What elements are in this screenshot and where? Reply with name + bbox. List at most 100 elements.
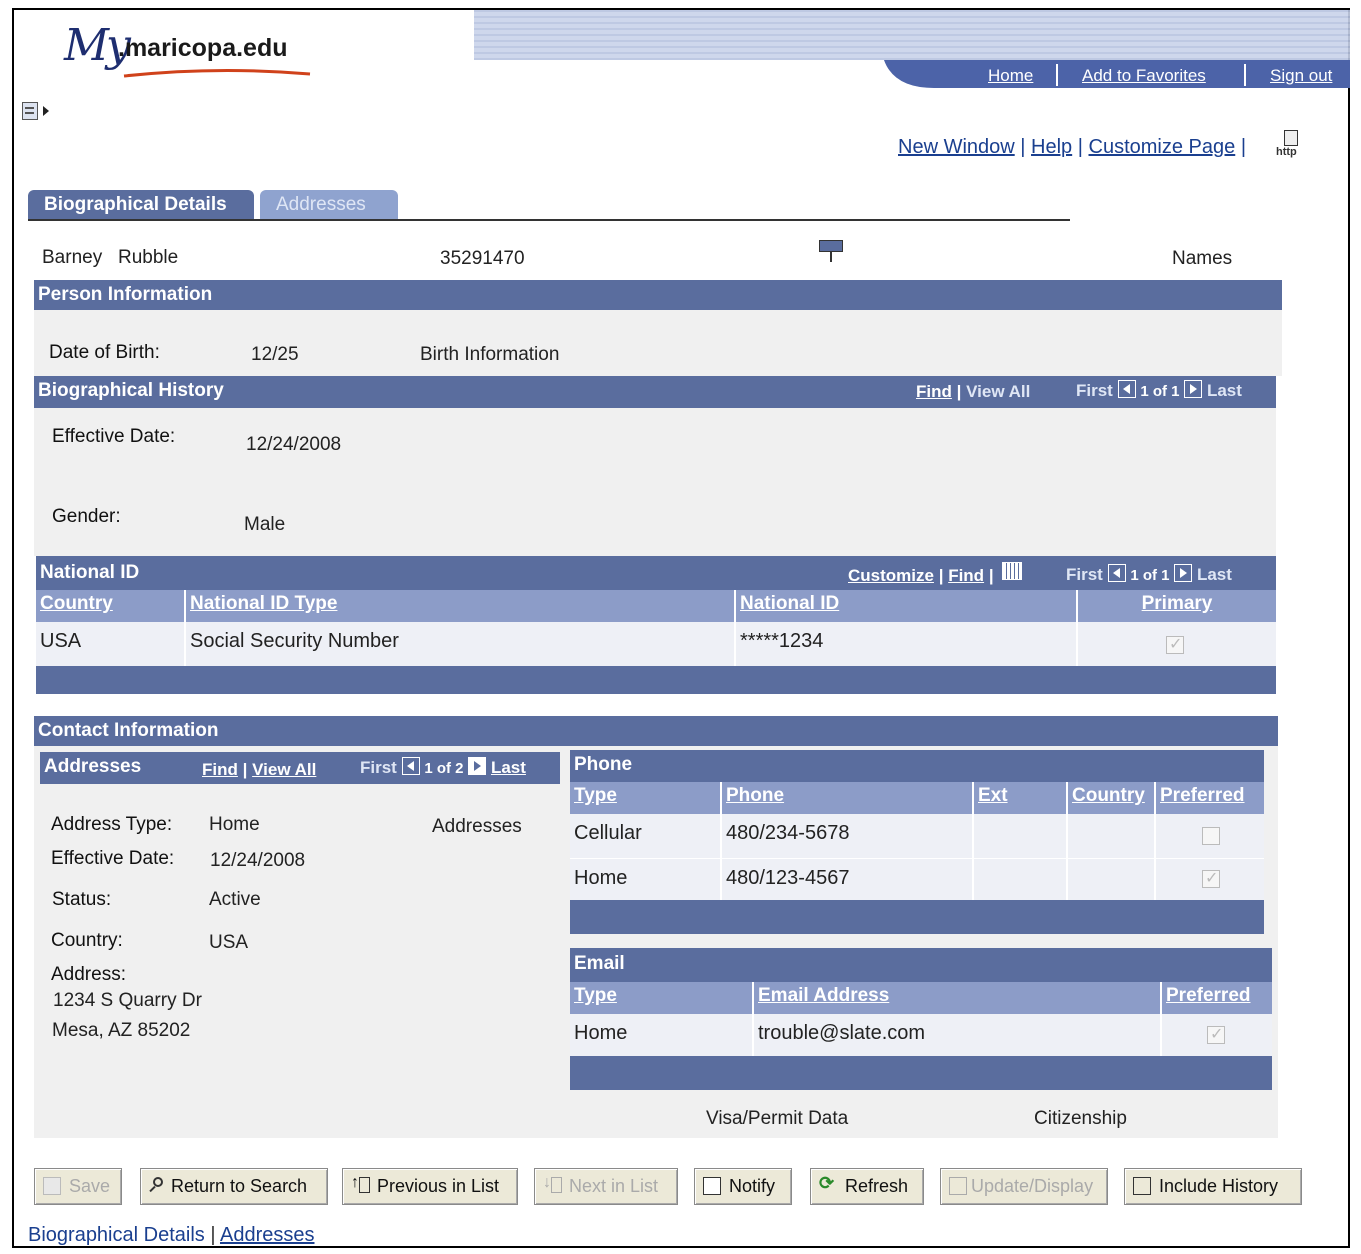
person-first-name: Barney [42,247,103,268]
address-effective-date-value: 12/24/2008 [210,850,306,871]
link-separator [1244,64,1246,86]
previous-row-icon[interactable] [1107,564,1126,582]
bio-history-find-link[interactable]: Find [916,382,952,401]
previous-row-icon[interactable] [1117,380,1136,398]
footer-addresses-link[interactable]: Addresses [220,1224,315,1246]
col-phone-ext[interactable]: Ext [974,782,1068,814]
addresses-last-link[interactable]: Last [491,758,526,777]
table-row [1068,814,1156,858]
save-button[interactable]: Save [34,1168,122,1205]
col-email-address[interactable]: Email Address [754,982,1162,1014]
addresses-view-all-link[interactable]: View All [252,760,316,779]
table-row: Home [570,1014,754,1056]
visa-permit-data-link[interactable]: Visa/Permit Data [706,1108,848,1130]
col-phone-preferred[interactable]: Preferred [1156,782,1264,814]
add-to-favorites-link[interactable]: Add to Favorites [1082,66,1206,86]
national-id-find-link[interactable]: Find [948,566,984,585]
table-row [1068,858,1156,900]
top-banner [474,10,1350,88]
person-id: 35291470 [440,248,525,269]
http-link-icon[interactable]: http [1276,130,1308,160]
country-value: USA [209,932,249,953]
next-in-list-icon: ↓ [543,1174,562,1195]
col-phone-type[interactable]: Type [570,782,722,814]
link-separator [1056,64,1058,86]
biographical-history-header: Biographical History Find | View All Fir… [34,376,1276,408]
col-email-preferred[interactable]: Preferred [1162,982,1272,1014]
tab-addresses[interactable]: Addresses [260,190,398,220]
logo[interactable]: My .maricopa.edu [64,20,314,90]
gender-label: Gender: [52,506,121,527]
return-to-search-button[interactable]: Return to Search [140,1168,328,1205]
update-display-button[interactable]: Update/Display [940,1168,1108,1205]
logo-domain: .maricopa.edu [118,34,288,62]
person-last-name: Rubble [118,247,179,268]
page-frame: My .maricopa.edu Home Add to Favorites S… [12,8,1350,1248]
logo-swoosh [123,68,311,78]
col-email-type[interactable]: Type [570,982,754,1014]
notify-button[interactable]: Notify [694,1168,792,1205]
bio-history-nav: Find | View All [916,382,1031,401]
notify-icon [703,1177,721,1195]
previous-in-list-button[interactable]: ↑ Previous in List [342,1168,518,1205]
col-national-id-type[interactable]: National ID Type [186,590,736,622]
email-header: Email [570,948,1272,982]
col-phone-number[interactable]: Phone [722,782,974,814]
previous-row-icon[interactable] [401,757,420,775]
table-row [974,858,1068,900]
pushpin-icon[interactable] [819,236,843,264]
home-link[interactable]: Home [988,66,1033,86]
status-label: Status: [52,889,112,910]
names-link[interactable]: Names [1172,248,1232,270]
bio-history-pager: First 1 of 1 Last [1076,380,1242,400]
phone-preferred-checkbox[interactable] [1202,868,1220,888]
addresses-header: Addresses Find | View All First 1 of 2 L… [40,752,560,784]
table-row: Social Security Number [186,622,736,666]
person-information-panel [34,310,1282,376]
birth-information-link[interactable]: Birth Information [420,344,559,366]
citizenship-link[interactable]: Citizenship [1034,1108,1127,1130]
footer-links: Biographical Details | Addresses [28,1224,315,1246]
col-national-id[interactable]: National ID [736,590,1078,622]
bio-effective-date-label: Effective Date: [52,426,176,447]
next-row-icon[interactable] [1174,564,1193,582]
status-value: Active [209,889,261,910]
col-phone-country[interactable]: Country [1068,782,1156,814]
national-id-links: Customize | Find | [848,566,994,585]
refresh-button[interactable]: ⟳ Refresh [810,1168,924,1205]
next-row-icon[interactable] [1184,380,1203,398]
national-id-customize-link[interactable]: Customize [848,566,934,585]
address-effective-date-label: Effective Date: [51,848,175,869]
next-row-icon[interactable] [468,757,487,775]
table-row: USA [36,622,186,666]
tab-biographical-details[interactable]: Biographical Details [28,190,254,220]
sign-out-link[interactable]: Sign out [1270,66,1332,86]
gender-value: Male [244,514,286,535]
phone-preferred-checkbox[interactable] [1202,827,1220,845]
person-information-header: Person Information [34,280,1282,310]
table-row: Cellular [570,814,722,858]
help-link[interactable]: Help [1031,136,1072,158]
addresses-find-link[interactable]: Find [202,760,238,779]
new-window-link[interactable]: New Window [898,136,1015,158]
bio-history-view-all: View All [966,382,1031,401]
table-row: *****1234 [736,622,1078,666]
next-in-list-button[interactable]: ↓ Next in List [534,1168,678,1205]
biographical-history-panel [34,408,1276,556]
dob-label: Date of Birth: [49,342,160,363]
grid-download-icon[interactable] [1002,562,1022,580]
col-country[interactable]: Country [36,590,186,622]
bio-effective-date-value: 12/24/2008 [246,434,342,455]
address-type-value: Home [209,814,260,835]
include-history-button[interactable]: Include History [1124,1168,1302,1205]
primary-checkbox[interactable] [1166,634,1184,654]
http-label: http [1276,146,1297,158]
refresh-icon: ⟳ [819,1173,835,1193]
national-id-header: National ID Customize | Find | First 1 o… [36,556,1276,590]
table-row [974,814,1068,858]
customize-page-link[interactable]: Customize Page [1089,136,1236,158]
email-preferred-checkbox[interactable] [1207,1024,1225,1044]
addresses-link[interactable]: Addresses [432,816,522,838]
menu-toggle-icon[interactable] [22,102,52,122]
col-primary[interactable]: Primary [1078,590,1276,622]
